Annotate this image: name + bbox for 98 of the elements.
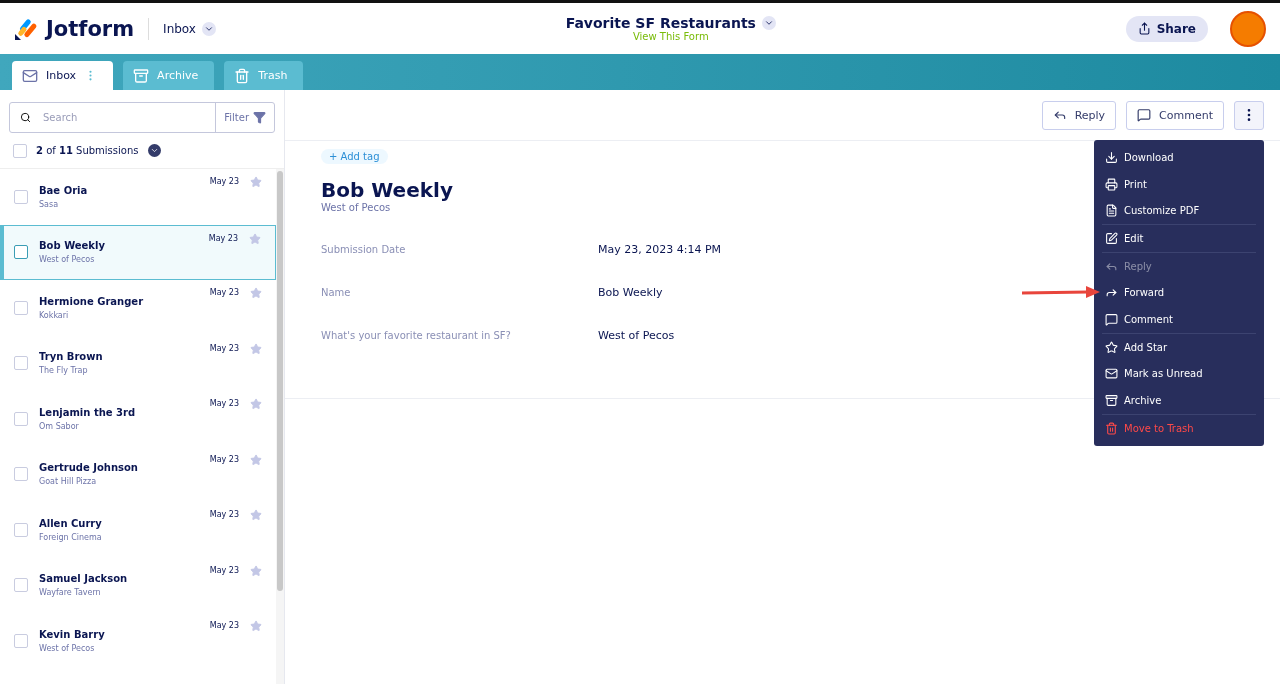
count-dropdown[interactable]: [147, 144, 161, 157]
submission-subtitle: Wayfare Tavern: [39, 588, 102, 598]
star-icon[interactable]: [250, 176, 262, 188]
field-label: What's your favorite restaurant in SF?: [321, 330, 512, 341]
trash-icon: [234, 67, 251, 84]
field-label: Name: [321, 287, 352, 298]
chevron-icon: [763, 18, 774, 28]
menu-item[interactable]: Add Star: [1102, 333, 1256, 361]
submission-subtitle: Sasa: [39, 199, 60, 209]
checkbox[interactable]: [14, 245, 28, 260]
submission-subtitle: The Fly Trap: [39, 366, 89, 376]
section-dropdown[interactable]: Inbox: [163, 21, 216, 36]
submission-subtitle: West of Pecos: [39, 255, 96, 265]
submission-date: May 23: [209, 399, 239, 408]
star-icon[interactable]: [250, 398, 262, 410]
menu-item[interactable]: Comment: [1102, 306, 1256, 333]
star-icon[interactable]: [250, 287, 262, 299]
envelope-icon: [1105, 367, 1118, 381]
checkbox[interactable]: [14, 578, 28, 593]
submission-count: 2 of 11 Submissions: [36, 145, 139, 156]
checkbox[interactable]: [14, 300, 28, 315]
menu-item[interactable]: Print: [1102, 170, 1256, 198]
star-icon[interactable]: [250, 453, 262, 466]
submission-title: Bob Weekly: [321, 178, 453, 202]
archive-box-icon: [1105, 394, 1118, 408]
star-icon[interactable]: [250, 342, 262, 355]
submission-date: May 23: [209, 621, 239, 630]
scrollbar[interactable]: [276, 169, 284, 684]
field-label: Submission Date: [321, 244, 407, 255]
field-value: Bob Weekly: [598, 286, 663, 299]
submission-date: May 23: [209, 288, 239, 297]
submission-subtitle: West of Pecos: [321, 202, 391, 213]
submitter-name: Allen Curry: [39, 517, 103, 529]
submission-date: May 23: [209, 454, 239, 464]
checkbox[interactable]: [14, 522, 28, 537]
star-icon[interactable]: [250, 564, 262, 577]
submitter-name: Lenjamin the 3rd: [39, 406, 137, 418]
comment-icon: [1105, 312, 1118, 326]
submission-row[interactable]: Bob Weekly West of Pecos May 23: [0, 224, 276, 280]
printer-icon: [1105, 177, 1118, 191]
submission-subtitle: Goat Hill Pizza: [39, 477, 98, 487]
checkbox[interactable]: [14, 356, 28, 371]
submitter-name: Gertrude Johnson: [39, 462, 139, 474]
checkbox[interactable]: [13, 143, 27, 158]
logo-icon: [14, 16, 38, 41]
reply-button[interactable]: Reply: [1041, 100, 1117, 130]
more-button[interactable]: [1234, 100, 1264, 130]
star-icon[interactable]: [250, 620, 262, 632]
star-icon[interactable]: [249, 232, 261, 245]
menu-item[interactable]: Customize PDF: [1102, 197, 1256, 225]
filter-button[interactable]: Filter: [215, 103, 274, 132]
menu-item[interactable]: Edit: [1102, 225, 1256, 252]
download-icon: [1105, 150, 1118, 164]
menu-item[interactable]: Archive: [1102, 387, 1256, 414]
submission-date: May 23: [209, 510, 239, 519]
star-icon[interactable]: [250, 509, 262, 521]
checkbox[interactable]: [14, 633, 28, 648]
search-icon: [20, 112, 31, 123]
archive-box-icon: [133, 67, 150, 84]
checkbox[interactable]: [14, 411, 28, 426]
trash-icon: [1105, 421, 1118, 435]
star-icon: [1105, 340, 1118, 354]
menu-item[interactable]: Mark as Unread: [1102, 360, 1256, 388]
menu-item[interactable]: Move to Trash: [1102, 414, 1256, 442]
submission-date: May 23: [209, 565, 239, 575]
comment-button[interactable]: Comment: [1126, 100, 1224, 130]
avatar[interactable]: [1230, 10, 1266, 47]
envelope-icon: [22, 67, 38, 84]
edit-icon: [1105, 231, 1118, 245]
share-button[interactable]: Share: [1125, 15, 1208, 42]
submitter-name: Hermione Granger: [39, 295, 145, 307]
submitter-name: Kevin Barry: [39, 628, 106, 640]
field-value: May 23, 2023 4:14 PM: [598, 243, 722, 256]
submission-subtitle: West of Pecos: [39, 643, 96, 653]
chevron-icon: [149, 146, 159, 155]
submission-date: May 23: [208, 233, 238, 243]
submission-subtitle: Kokkari: [39, 310, 70, 320]
brand-name: Jotform: [46, 16, 135, 41]
checkbox[interactable]: [14, 189, 28, 204]
pdf-file-icon: [1105, 204, 1118, 218]
submission-date: May 23: [209, 177, 239, 186]
submission-subtitle: Foreign Cinema: [39, 532, 103, 542]
form-title-dropdown[interactable]: Favorite SF Restaurants: [565, 15, 776, 31]
field-value: West of Pecos: [598, 329, 675, 342]
checkbox[interactable]: [14, 467, 28, 482]
submitter-name: Bob Weekly: [39, 240, 106, 252]
menu-item[interactable]: Forward: [1102, 279, 1256, 307]
search-field[interactable]: Search Filter: [9, 102, 275, 133]
menu-item[interactable]: Download: [1102, 144, 1256, 171]
comment-icon: [1137, 108, 1152, 122]
tab[interactable]: Inbox: [12, 61, 114, 90]
submitter-name: Tryn Brown: [39, 351, 104, 363]
submitter-name: Samuel Jackson: [39, 573, 129, 585]
submission-subtitle: Om Sabor: [39, 421, 80, 431]
reply-icon: [1052, 108, 1067, 122]
submission-date: May 23: [209, 343, 239, 353]
funnel-icon: [253, 111, 266, 124]
submitter-name: Bae Oria: [39, 184, 89, 196]
